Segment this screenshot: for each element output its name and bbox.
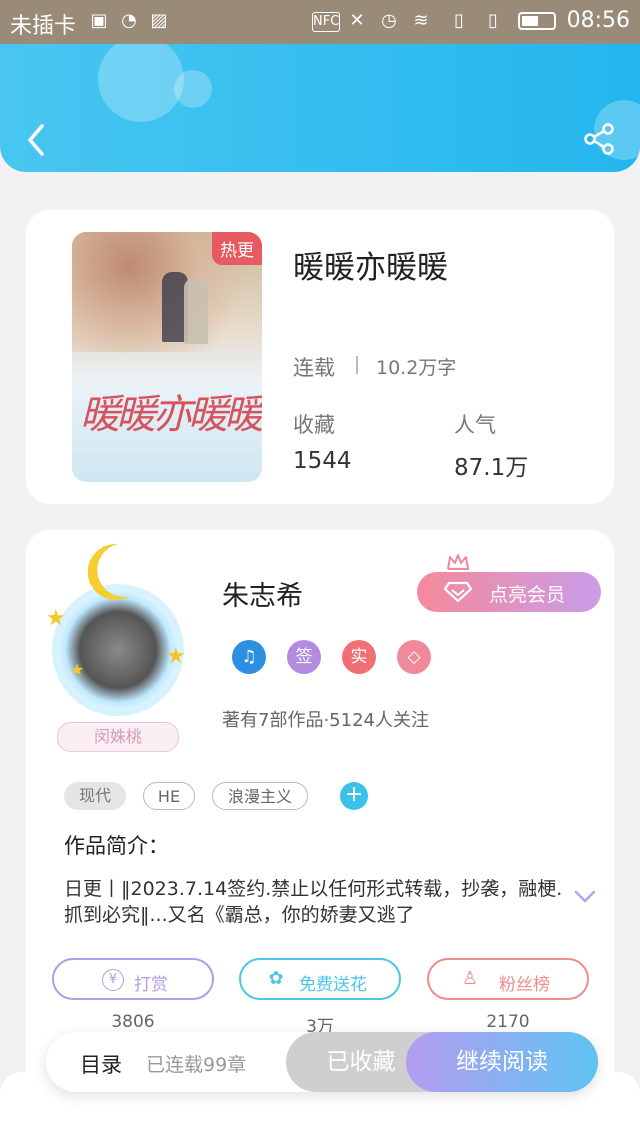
yuan-icon: ¥ [102, 969, 124, 991]
flower-icon: ✿ [268, 968, 284, 989]
chevron-down-icon[interactable] [574, 890, 596, 904]
favorites-label: 收藏 [293, 413, 335, 437]
reward-label: 打赏 [134, 975, 168, 995]
image-icon: ▨ [150, 10, 168, 31]
verified-badge-icon[interactable]: 实 [342, 640, 376, 674]
battery-icon [518, 12, 556, 30]
book-status: 连载 [293, 356, 335, 380]
tag-item[interactable]: HE [143, 782, 195, 810]
toc-button[interactable]: 目录 [80, 1049, 122, 1079]
book-cover[interactable]: 热更 暖暖亦暖暖 [72, 232, 262, 482]
author-avatar[interactable] [58, 590, 178, 710]
star-icon: ★ [166, 644, 186, 669]
intro-text: 日更丨‖2023.7.14签约.禁止以任何形式转载，抄袭，融梗.抓到必究‖...… [64, 878, 563, 926]
tag-item[interactable]: 现代 [64, 782, 126, 810]
add-tag-button[interactable]: + [340, 782, 368, 810]
share-icon[interactable] [582, 122, 616, 156]
author-name[interactable]: 朱志希 [222, 574, 303, 613]
works-info: 著有7部作品·5124人关注 [222, 710, 429, 731]
nfc-icon: NFC [312, 12, 340, 32]
sim-warning-icon: ▣ [90, 10, 108, 31]
chapter-count[interactable]: 已连载99章 [146, 1050, 246, 1077]
vip-badge-icon[interactable]: ◇ [397, 640, 431, 674]
carrier-label: 未插卡 [10, 14, 77, 39]
signed-badge-icon[interactable]: 签 [287, 640, 321, 674]
header [0, 44, 640, 172]
decor-bubble [98, 44, 184, 122]
fans-count: 2170 [486, 1012, 530, 1032]
vip-button[interactable]: 点亮会员 [417, 572, 601, 612]
crown-icon [447, 554, 469, 570]
reward-count: 3806 [111, 1012, 155, 1032]
status-bar: 未插卡 ▣ ◔ ▨ NFC ✕ ◷ ≋ ▯ ▯ 08:56 [0, 0, 640, 44]
cover-title: 暖暖亦暖暖 [80, 392, 262, 438]
tag-item[interactable]: 浪漫主义 [212, 782, 308, 810]
decor-bubble [174, 70, 212, 108]
intro-label: 作品简介： [64, 834, 169, 858]
sim1-icon: ▯ [454, 10, 464, 31]
fans-rank-button[interactable]: ♙ 粉丝榜 [427, 958, 589, 1000]
music-badge-icon[interactable]: ♫ [232, 640, 266, 674]
reward-button[interactable]: ¥ 打赏 [52, 958, 214, 1000]
popularity-value: 87.1万 [454, 455, 529, 481]
popularity-label: 人气 [454, 413, 496, 437]
clock: 08:56 [566, 8, 630, 33]
hot-update-tag: 热更 [212, 232, 262, 265]
fan-user-icon: ♙ [461, 968, 479, 989]
divider [356, 356, 358, 374]
book-title: 暖暖亦暖暖 [293, 250, 448, 286]
moon-icon [87, 543, 130, 600]
hotspot-icon: ◔ [121, 10, 137, 31]
continue-reading-button[interactable]: 继续阅读 [406, 1032, 598, 1092]
sim2-icon: ▯ [488, 10, 498, 31]
fans-rank-label: 粉丝榜 [499, 975, 550, 995]
nickname-badge: 闵姝桃 [57, 722, 179, 752]
star-icon: ★ [46, 606, 66, 631]
mute-icon: ✕ [349, 10, 365, 31]
send-flower-label: 免费送花 [299, 975, 367, 995]
wifi-icon: ≋ [413, 10, 429, 31]
star-icon: ★ [70, 660, 85, 679]
vip-button-label: 点亮会员 [489, 584, 566, 606]
word-count: 10.2万字 [376, 357, 457, 379]
favorites-value: 1544 [293, 448, 352, 474]
send-flower-button[interactable]: ✿ 免费送花 [239, 958, 401, 1000]
diamond-icon [443, 581, 473, 603]
alarm-icon: ◷ [381, 10, 397, 31]
back-arrow-icon[interactable] [22, 122, 52, 158]
